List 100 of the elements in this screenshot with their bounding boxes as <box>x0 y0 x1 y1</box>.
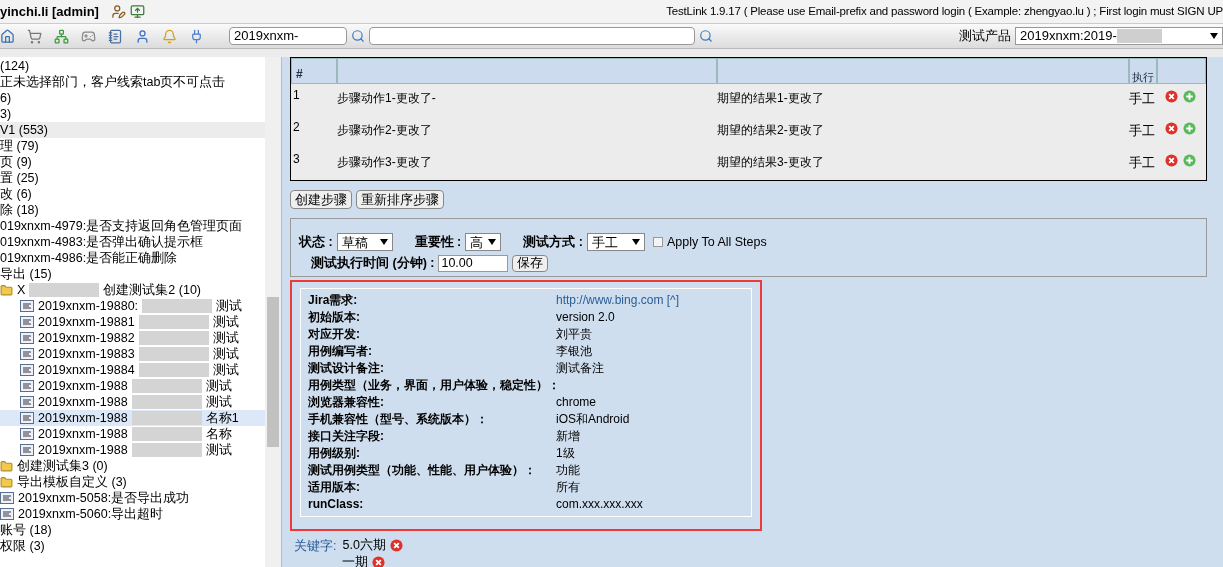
search-icon[interactable] <box>351 29 365 43</box>
gamepad-icon[interactable] <box>81 28 96 44</box>
search-icon[interactable] <box>699 29 713 43</box>
tree-item[interactable]: 2019xnxm-1988 名称 <box>0 426 265 442</box>
tree-item-label: 改 (6) <box>0 185 32 203</box>
field-value: 功能 <box>556 462 580 479</box>
tree-item-label: 019xnxm-4979:是否支持返回角色管理页面 <box>0 217 243 235</box>
product-dropdown[interactable]: 2019xnxm:2019- <box>1015 27 1223 45</box>
tree-item-label: 除 (18) <box>0 201 39 219</box>
tree-item[interactable]: 导出 (15) <box>0 266 265 282</box>
field-value: 刘平贵 <box>556 326 592 343</box>
folder-icon <box>0 475 13 489</box>
add-icon[interactable] <box>1183 90 1196 103</box>
tree-item[interactable]: 019xnxm-4979:是否支持返回角色管理页面 <box>0 218 265 234</box>
dropdown[interactable]: 手工 <box>586 233 645 252</box>
add-icon[interactable] <box>1183 122 1196 135</box>
tree-item[interactable]: 019xnxm-4986:是否能正确删除 <box>0 250 265 266</box>
network-icon[interactable] <box>54 28 69 44</box>
action-button[interactable]: 创建步骤 <box>290 190 352 209</box>
tree-item[interactable]: 019xnxm-4983:是否弹出确认提示框 <box>0 234 265 250</box>
tree-item[interactable]: 创建测试集3 (0) <box>0 458 265 474</box>
tree-item-label: 019xnxm-4983:是否弹出确认提示框 <box>0 233 204 251</box>
home-icon[interactable] <box>0 28 15 44</box>
step-expected: 期望的结果2-更改了 <box>717 122 825 139</box>
tree-item-label: X <box>17 281 26 299</box>
step-execution: 手工 <box>1129 122 1156 140</box>
delete-icon[interactable] <box>1165 122 1178 135</box>
tree-item[interactable]: 2019xnxm-19884 测试 <box>0 362 265 378</box>
edit-user-icon[interactable] <box>110 4 126 19</box>
tree-item[interactable]: 3) <box>0 106 265 122</box>
tree-item[interactable]: 置 (25) <box>0 170 265 186</box>
step-expected: 期望的结果1-更改了 <box>717 90 825 107</box>
field-label: 用例级别: <box>308 445 361 462</box>
folder-icon <box>0 283 13 297</box>
tree-item[interactable]: 页 (9) <box>0 154 265 170</box>
tree-item[interactable]: 权限 (3) <box>0 538 265 554</box>
step-expected: 期望的结果3-更改了 <box>717 154 825 171</box>
tree-item[interactable]: 理 (79) <box>0 138 265 154</box>
field-value: com.xxx.xxx.xxx <box>556 496 643 513</box>
action-button[interactable]: 重新排序步骤 <box>356 190 444 209</box>
tree-item-label: 2019xnxm-19882 <box>38 329 135 347</box>
keyword: 一期 <box>342 553 369 567</box>
tree-item-label: 2019xnxm-19884 <box>38 361 135 379</box>
search-field[interactable] <box>369 27 695 45</box>
jira-link[interactable]: http://www.bing.com [^] <box>556 291 679 309</box>
bell-icon[interactable] <box>162 28 177 44</box>
app-title: TestLink 1.9.17 ( Please use Email-prefix and password login ( Example: zhengyao.lu ) ; First login must SIGN UP <box>666 3 1223 19</box>
tree-item[interactable]: 6) <box>0 90 265 106</box>
tree-item-label: 导出 (15) <box>0 265 52 283</box>
logout-icon[interactable] <box>129 4 145 19</box>
save-button[interactable]: 保存 <box>512 254 549 272</box>
delete-icon[interactable] <box>1165 154 1178 167</box>
user-icon[interactable] <box>135 28 150 44</box>
user-name: yinchi.li [admin] <box>0 2 99 21</box>
search-field[interactable]: 2019xnxm- <box>229 27 347 45</box>
tree-item[interactable]: 2019xnxm-19880: 测试 <box>0 298 265 314</box>
notebook-icon[interactable] <box>108 28 123 44</box>
duration-field[interactable]: 10.00 <box>438 254 509 272</box>
tree-item[interactable]: 2019xnxm-1988 测试 <box>0 442 265 458</box>
keywords-label: 关键字: <box>294 537 337 555</box>
plug-icon[interactable] <box>189 28 204 44</box>
document-icon <box>0 508 14 520</box>
tree-item[interactable]: 2019xnxm-1988 名称1 <box>0 410 265 426</box>
tree-item[interactable]: 2019xnxm-1988 测试 <box>0 394 265 410</box>
dropdown[interactable]: 草稿 <box>336 233 393 252</box>
tree-item[interactable]: 2019xnxm-5058:是否导出成功 <box>0 490 265 506</box>
delete-icon[interactable] <box>1165 90 1178 103</box>
redaction-block <box>138 331 209 345</box>
redaction-block <box>138 363 209 377</box>
scrollbar[interactable] <box>265 57 281 567</box>
tree-item[interactable]: 正未选择部门，客户线索tab页不可点击 <box>0 74 265 90</box>
tree-item[interactable]: (124) <box>0 58 265 74</box>
step-execution: 手工 <box>1129 90 1156 108</box>
tree-item-label: 测试 <box>212 361 239 379</box>
tree-item[interactable]: X 创建测试集2 (10) <box>0 282 265 298</box>
document-icon <box>20 348 34 360</box>
tree-item[interactable]: 2019xnxm-19882 测试 <box>0 330 265 346</box>
field-label: 用例编写者: <box>308 343 373 360</box>
document-icon <box>20 316 34 328</box>
add-icon[interactable] <box>1183 154 1196 167</box>
tree-item[interactable]: 导出模板自定义 (3) <box>0 474 265 490</box>
document-icon <box>20 444 34 456</box>
delete-icon[interactable] <box>389 538 403 552</box>
tree-item[interactable]: V1 (553) <box>0 122 265 138</box>
tree-item-label: 6) <box>0 89 12 107</box>
tree-item[interactable]: 2019xnxm-19883 测试 <box>0 346 265 362</box>
document-icon <box>20 396 34 408</box>
scrollbar-thumb[interactable] <box>267 297 279 447</box>
tree-item-label: 名称1 <box>205 409 239 427</box>
tree-item[interactable]: 2019xnxm-1988 测试 <box>0 378 265 394</box>
checkbox[interactable] <box>652 237 663 248</box>
tree-item[interactable]: 除 (18) <box>0 202 265 218</box>
delete-icon[interactable] <box>372 555 386 567</box>
tree-item[interactable]: 2019xnxm-19881 测试 <box>0 314 265 330</box>
tree-item[interactable]: 2019xnxm-5060:导出超时 <box>0 506 265 522</box>
tree-item[interactable]: 改 (6) <box>0 186 265 202</box>
cart-icon[interactable] <box>27 28 42 44</box>
tree-item[interactable]: 账号 (18) <box>0 522 265 538</box>
field-label: 手机兼容性（型号、系统版本）： <box>308 411 489 428</box>
dropdown[interactable]: 高 <box>465 233 502 252</box>
